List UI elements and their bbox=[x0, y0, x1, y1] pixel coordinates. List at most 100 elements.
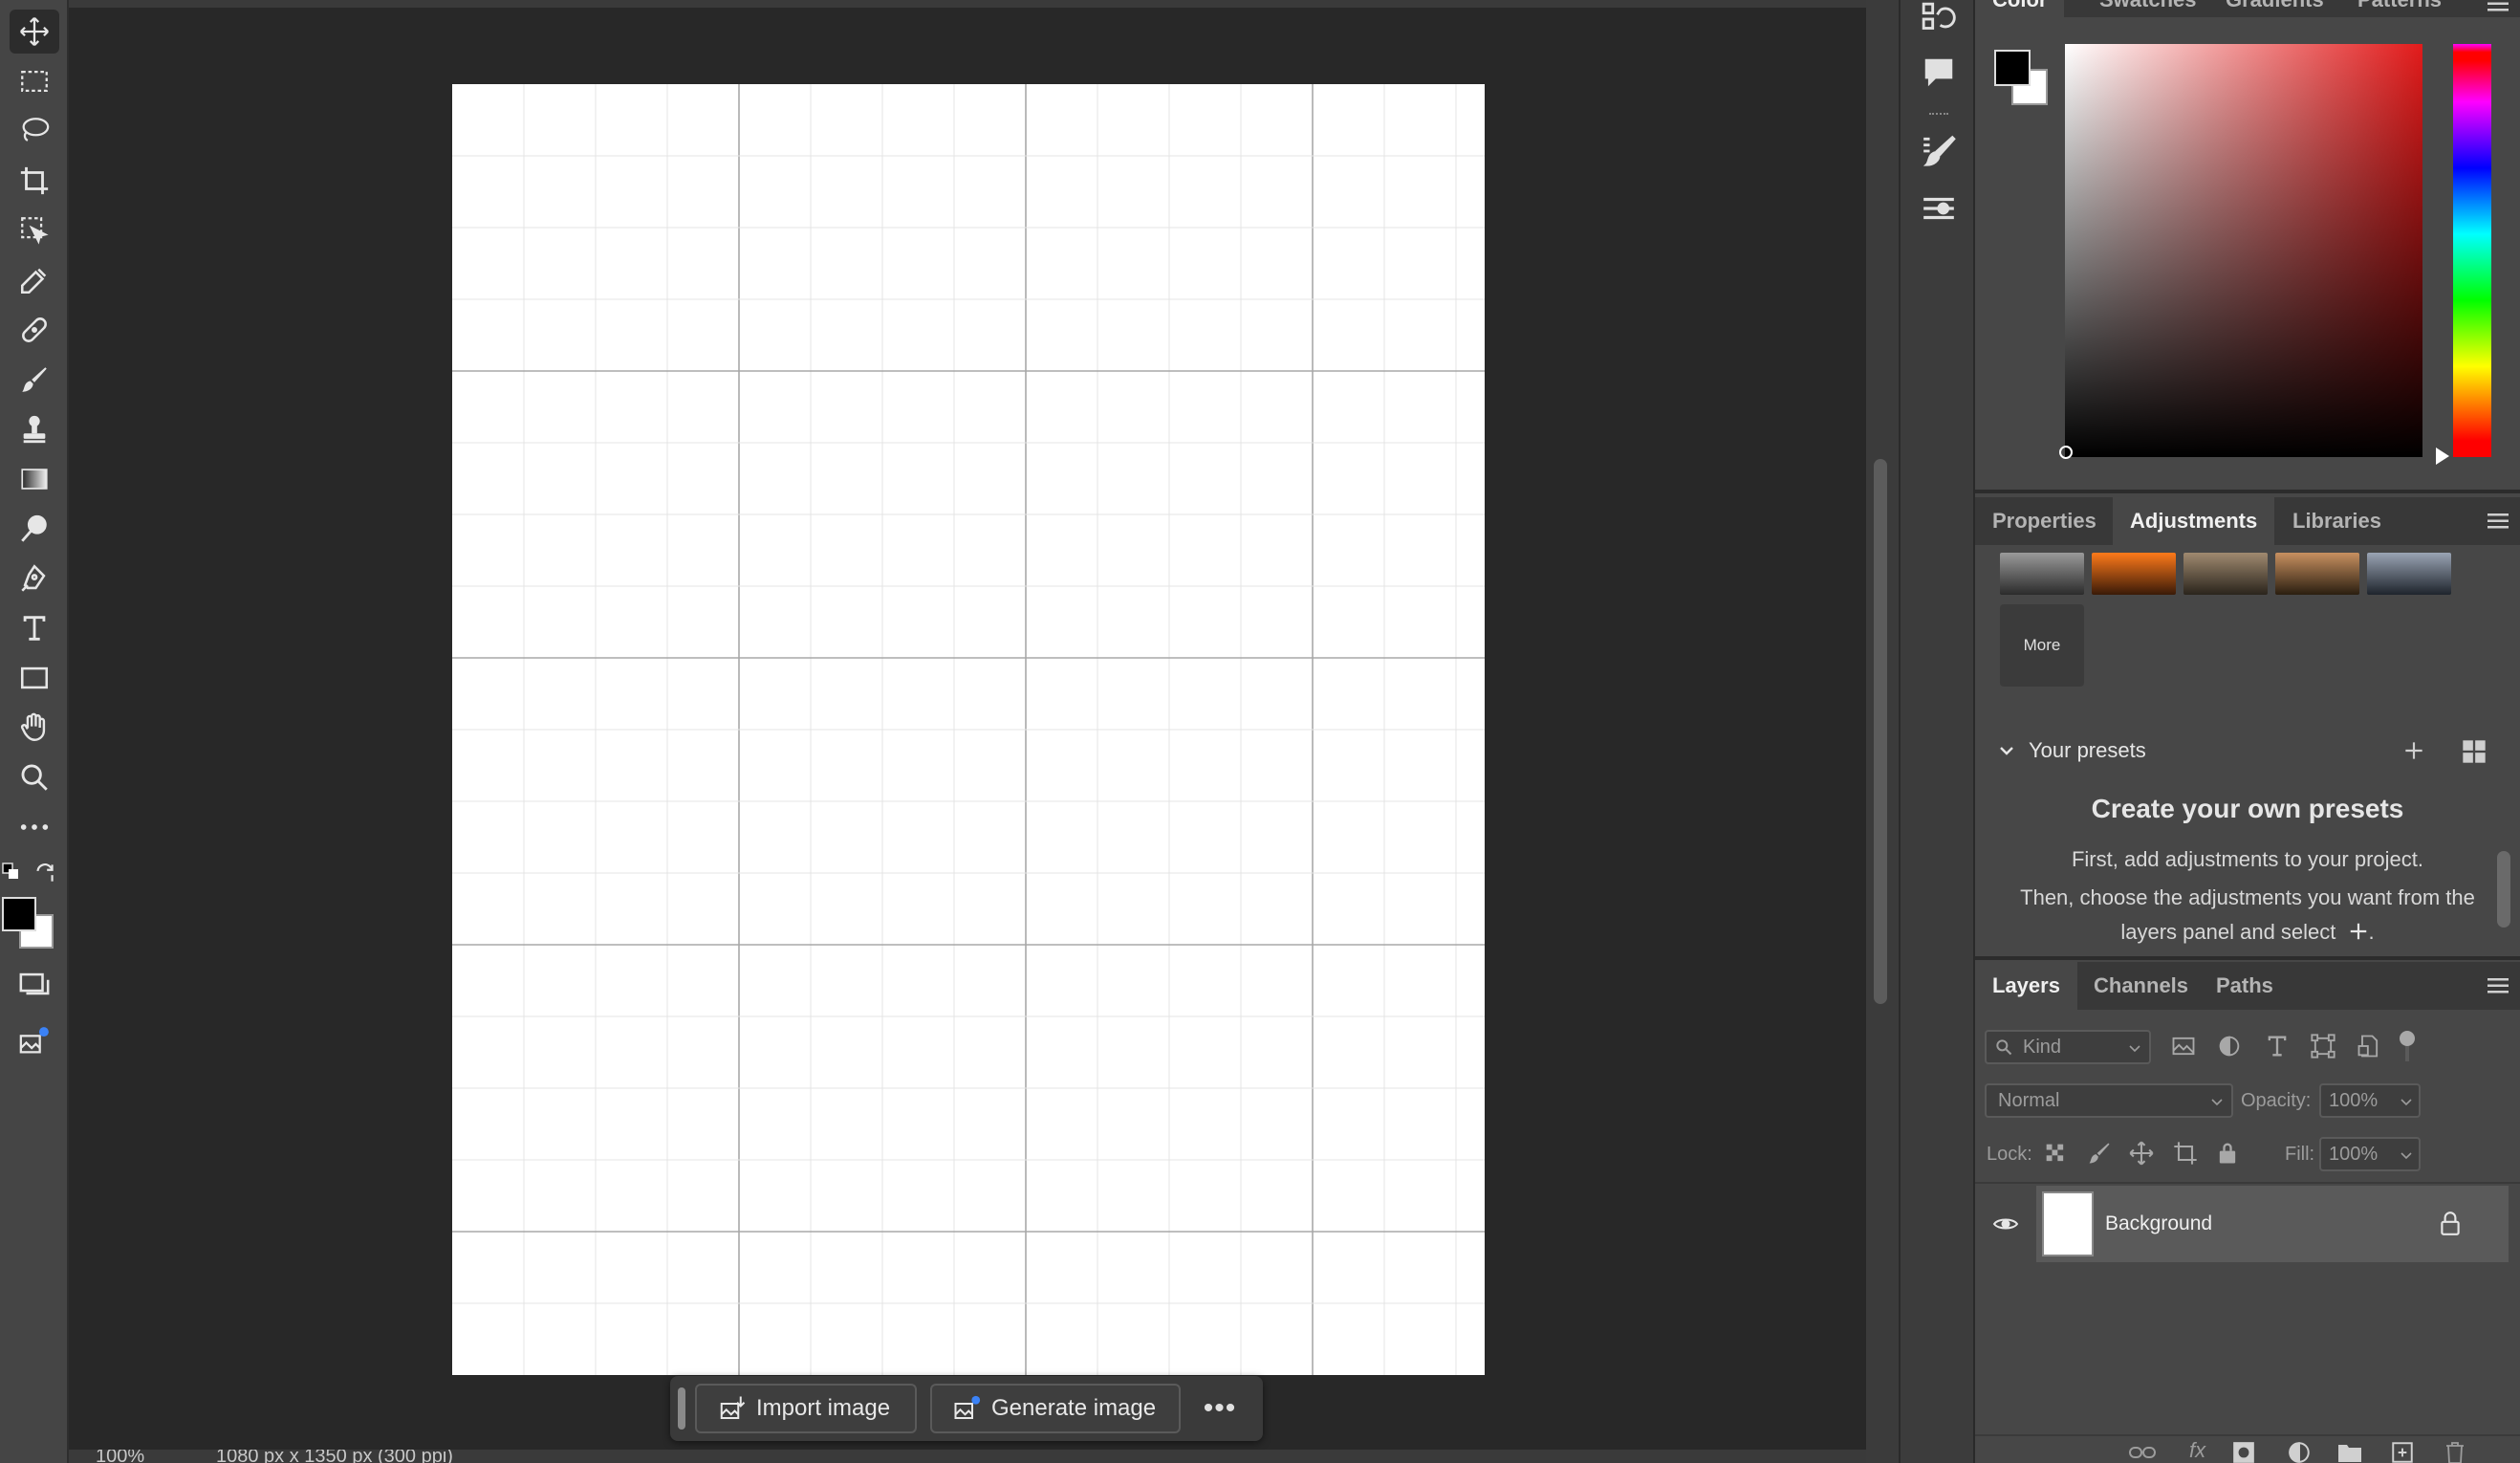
lock-position-icon[interactable] bbox=[2128, 1140, 2155, 1167]
new-adjustment-layer-icon[interactable] bbox=[2287, 1440, 2312, 1463]
stamp-tool[interactable] bbox=[10, 407, 59, 451]
tab-swatches[interactable]: Swatches bbox=[2082, 0, 2214, 17]
add-mask-icon[interactable] bbox=[2231, 1440, 2256, 1463]
delete-layer-icon[interactable] bbox=[2444, 1440, 2466, 1463]
tab-paths[interactable]: Paths bbox=[2199, 962, 2291, 1010]
brush-tool[interactable] bbox=[10, 358, 59, 402]
tab-properties[interactable]: Properties bbox=[1975, 497, 2114, 545]
layer-kind-filter[interactable]: Kind bbox=[1985, 1030, 2151, 1064]
eyedropper-tool[interactable] bbox=[10, 258, 59, 302]
pen-tool[interactable] bbox=[10, 557, 59, 600]
strip-divider bbox=[1929, 113, 1948, 117]
object-selection-tool[interactable] bbox=[10, 208, 59, 252]
eye-icon[interactable] bbox=[1992, 1212, 2019, 1235]
crop-tool[interactable] bbox=[10, 159, 59, 203]
document-canvas[interactable] bbox=[452, 84, 1485, 1375]
adjustment-preset-thumbnail[interactable] bbox=[2367, 553, 2451, 595]
import-image-button[interactable]: Import image bbox=[695, 1384, 917, 1433]
task-bar-grip[interactable] bbox=[678, 1387, 685, 1430]
lock-artboard-icon[interactable] bbox=[2172, 1140, 2199, 1167]
screen-mode-icon bbox=[19, 972, 50, 995]
move-tool[interactable] bbox=[10, 10, 59, 54]
default-colors-icon[interactable] bbox=[2, 863, 19, 880]
hue-slider-marker[interactable] bbox=[2436, 448, 2449, 465]
canvas-scroll-thumb[interactable] bbox=[1874, 459, 1887, 1004]
tab-channels[interactable]: Channels bbox=[2076, 962, 2205, 1010]
document-info[interactable]: 1080 px x 1350 px (300 ppi) bbox=[216, 1450, 453, 1463]
more-presets-button[interactable]: More bbox=[2000, 604, 2084, 687]
tab-color[interactable]: Color bbox=[1975, 0, 2065, 17]
pixel-layer-filter-icon[interactable] bbox=[2170, 1033, 2197, 1059]
color-panel-foreground-swatch[interactable] bbox=[1994, 50, 2031, 86]
screen-mode-button[interactable] bbox=[10, 962, 59, 1006]
gradient-tool[interactable] bbox=[10, 457, 59, 501]
lasso-tool[interactable] bbox=[10, 109, 59, 153]
layer-thumbnail[interactable] bbox=[2042, 1191, 2094, 1256]
adjustment-preset-thumbnail[interactable] bbox=[2092, 553, 2176, 595]
lock-all-icon[interactable] bbox=[2214, 1140, 2241, 1167]
history-panel-button[interactable] bbox=[1916, 0, 1962, 42]
your-presets-header[interactable]: Your presets bbox=[1998, 736, 2505, 765]
rectangle-tool[interactable] bbox=[10, 656, 59, 700]
new-group-icon[interactable] bbox=[2336, 1440, 2363, 1463]
canvas-area: Import image Generate image ••• bbox=[69, 0, 1866, 1463]
layers-panel-menu-icon[interactable] bbox=[2486, 976, 2510, 995]
color-panel-menu-icon[interactable] bbox=[2486, 0, 2510, 13]
import-image-icon bbox=[720, 1396, 746, 1419]
lock-label: Lock: bbox=[1987, 1144, 2032, 1165]
foreground-color-swatch[interactable] bbox=[2, 897, 36, 931]
smart-object-filter-icon[interactable] bbox=[2356, 1033, 2382, 1059]
tab-libraries[interactable]: Libraries bbox=[2275, 497, 2399, 545]
color-field-marker[interactable] bbox=[2059, 446, 2073, 459]
filter-toggle-icon[interactable] bbox=[2400, 1031, 2415, 1046]
dodge-tool[interactable] bbox=[10, 507, 59, 551]
blend-mode-select[interactable]: Normal bbox=[1985, 1083, 2233, 1118]
comments-panel-button[interactable] bbox=[1916, 50, 1962, 96]
adjustment-preset-thumbnail[interactable] bbox=[2275, 553, 2359, 595]
task-bar-more-button[interactable]: ••• bbox=[1196, 1389, 1244, 1428]
generate-image-button[interactable]: Generate image bbox=[930, 1384, 1181, 1433]
lock-image-pixels-icon[interactable] bbox=[2086, 1140, 2113, 1167]
shape-layer-filter-icon[interactable] bbox=[2310, 1033, 2336, 1059]
pen-icon bbox=[21, 564, 46, 592]
layer-effects-icon[interactable]: fx bbox=[2189, 1438, 2205, 1463]
zoom-level[interactable]: 100% bbox=[96, 1450, 144, 1463]
lock-transparent-pixels-icon[interactable] bbox=[2042, 1140, 2069, 1167]
generative-tool[interactable] bbox=[10, 1019, 59, 1063]
generate-image-label: Generate image bbox=[991, 1395, 1157, 1421]
adjustment-preset-thumbnail[interactable] bbox=[2000, 553, 2084, 595]
swap-colors-icon[interactable] bbox=[33, 861, 57, 884]
add-preset-icon[interactable] bbox=[2401, 738, 2426, 763]
zoom-tool[interactable] bbox=[10, 755, 59, 799]
hand-tool[interactable] bbox=[10, 706, 59, 750]
adjustments-scrollbar[interactable] bbox=[2497, 851, 2510, 928]
adjustments-panel-button[interactable] bbox=[1916, 186, 1962, 231]
lock-icon[interactable] bbox=[2438, 1211, 2463, 1237]
tab-gradients[interactable]: Gradients bbox=[2208, 0, 2341, 17]
presets-help-line-3: layers panel and select . bbox=[1975, 920, 2520, 945]
adjustment-preset-thumbnail[interactable] bbox=[2183, 553, 2268, 595]
rectangle-icon bbox=[20, 666, 49, 689]
tab-adjustments[interactable]: Adjustments bbox=[2113, 497, 2275, 545]
link-layers-icon[interactable] bbox=[2128, 1442, 2157, 1463]
more-tools[interactable] bbox=[10, 805, 59, 849]
opacity-input[interactable]: 100% bbox=[2319, 1083, 2421, 1118]
adjustments-panel-menu-icon[interactable] bbox=[2486, 512, 2510, 531]
layer-name[interactable]: Background bbox=[2105, 1212, 2212, 1235]
history-icon bbox=[1922, 2, 1956, 30]
type-tool[interactable] bbox=[10, 606, 59, 650]
tab-layers[interactable]: Layers bbox=[1975, 962, 2077, 1010]
new-layer-icon[interactable] bbox=[2390, 1440, 2415, 1463]
fill-input[interactable]: 100% bbox=[2319, 1137, 2421, 1171]
layers-list-divider bbox=[1975, 1182, 2520, 1184]
brush-settings-panel-button[interactable] bbox=[1916, 128, 1962, 174]
move-icon bbox=[20, 17, 49, 46]
adjustment-layer-filter-icon[interactable] bbox=[2216, 1033, 2243, 1059]
hue-slider[interactable] bbox=[2453, 44, 2491, 457]
color-picker-field[interactable] bbox=[2065, 44, 2422, 457]
healing-brush-tool[interactable] bbox=[10, 308, 59, 352]
marquee-tool[interactable] bbox=[10, 59, 59, 103]
tab-patterns[interactable]: Patterns bbox=[2340, 0, 2459, 17]
type-layer-filter-icon[interactable] bbox=[2264, 1033, 2291, 1059]
grid-view-icon[interactable] bbox=[2461, 738, 2487, 765]
